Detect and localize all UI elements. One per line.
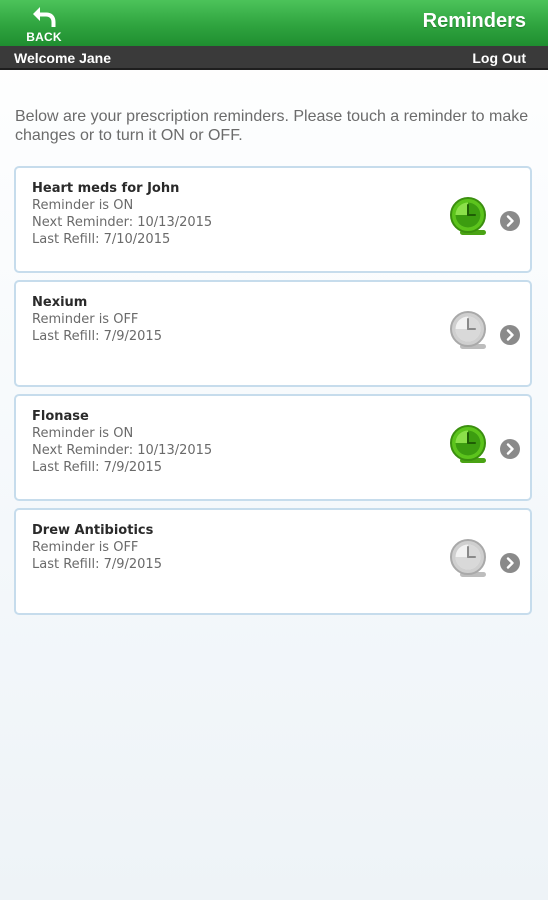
welcome-text: Welcome Jane <box>14 50 112 66</box>
chevron-right-icon[interactable] <box>499 438 521 460</box>
last-refill: Last Refill: 7/10/2015 <box>32 232 171 247</box>
clock-off-icon <box>450 311 486 349</box>
top-bar: BACK Reminders <box>0 0 548 46</box>
logout-button[interactable]: Log Out <box>472 50 526 66</box>
last-refill: Last Refill: 7/9/2015 <box>32 557 162 572</box>
reminder-name: Nexium <box>32 295 88 310</box>
clock-off-icon <box>450 539 486 577</box>
reminder-status: Reminder is ON <box>32 426 134 441</box>
reminder-card[interactable]: Heart meds for John Reminder is ON Next … <box>14 166 532 273</box>
page-title: Reminders <box>422 10 526 32</box>
reminder-card[interactable]: Drew Antibiotics Reminder is OFF Last Re… <box>14 508 532 615</box>
next-reminder: Next Reminder: 10/13/2015 <box>32 215 213 230</box>
user-bar: Welcome Jane Log Out <box>0 46 548 70</box>
reminder-status: Reminder is OFF <box>32 312 139 327</box>
back-label: BACK <box>26 30 62 44</box>
last-refill: Last Refill: 7/9/2015 <box>32 329 162 344</box>
next-reminder: Next Reminder: 10/13/2015 <box>32 443 213 458</box>
reminder-status: Reminder is ON <box>32 198 134 213</box>
chevron-right-icon[interactable] <box>499 324 521 346</box>
back-button[interactable]: BACK <box>22 4 66 44</box>
reminder-card[interactable]: Nexium Reminder is OFF Last Refill: 7/9/… <box>14 280 532 387</box>
intro-text: Below are your prescription reminders. P… <box>15 108 529 144</box>
reminder-list: Heart meds for John Reminder is ON Next … <box>14 166 532 622</box>
last-refill: Last Refill: 7/9/2015 <box>32 460 162 475</box>
back-arrow-icon <box>33 7 56 27</box>
reminder-status: Reminder is OFF <box>32 540 139 555</box>
clock-on-icon <box>450 197 486 235</box>
reminder-card[interactable]: Flonase Reminder is ON Next Reminder: 10… <box>14 394 532 501</box>
reminder-name: Flonase <box>32 409 89 424</box>
chevron-right-icon[interactable] <box>499 552 521 574</box>
clock-on-icon <box>450 425 486 463</box>
reminder-name: Heart meds for John <box>32 181 180 196</box>
reminder-name: Drew Antibiotics <box>32 523 154 538</box>
chevron-right-icon[interactable] <box>499 210 521 232</box>
